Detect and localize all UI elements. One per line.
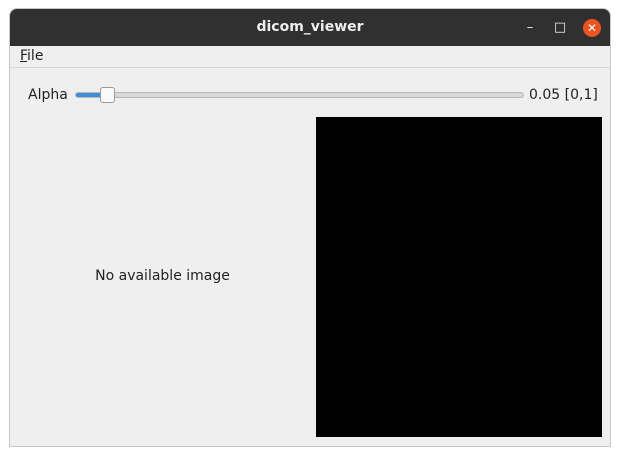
menu-bar: File <box>10 46 610 68</box>
alpha-slider-handle[interactable] <box>100 87 116 103</box>
menu-file-mnemonic: F <box>20 48 28 64</box>
close-button[interactable]: ✕ <box>583 19 601 37</box>
alpha-slider[interactable] <box>75 87 524 103</box>
maximize-button[interactable]: □ <box>548 9 572 46</box>
menu-file[interactable]: File <box>20 48 43 64</box>
alpha-value: 0.05 [0,1] <box>529 87 598 103</box>
image-view <box>316 117 602 437</box>
app-window: dicom_viewer – □ ✕ File Alpha 0.05 [0,1]… <box>9 8 611 447</box>
alpha-label: Alpha <box>28 87 68 103</box>
no-image-message: No available image <box>95 268 230 284</box>
window-title: dicom_viewer <box>256 19 364 35</box>
minimize-button[interactable]: – <box>518 9 542 46</box>
menu-file-label: ile <box>27 48 44 64</box>
